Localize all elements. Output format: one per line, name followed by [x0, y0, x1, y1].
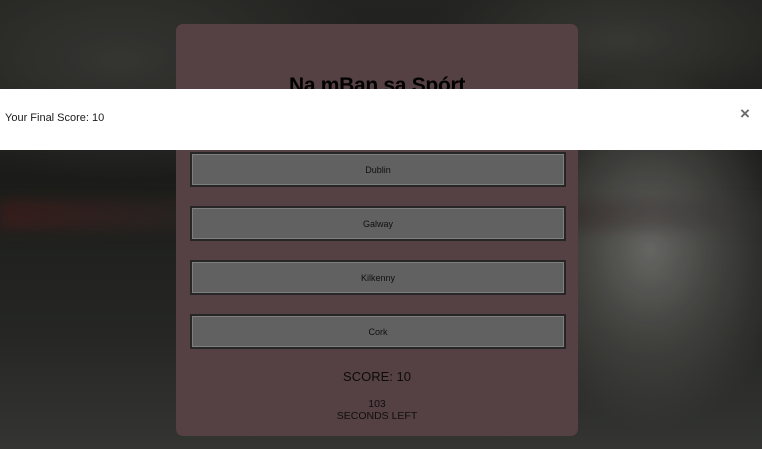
final-score-modal: Your Final Score: 10 ×: [0, 89, 762, 150]
final-score-message: Your Final Score: 10: [5, 112, 105, 124]
modal-backdrop: [0, 0, 762, 449]
close-icon[interactable]: ×: [737, 105, 753, 123]
